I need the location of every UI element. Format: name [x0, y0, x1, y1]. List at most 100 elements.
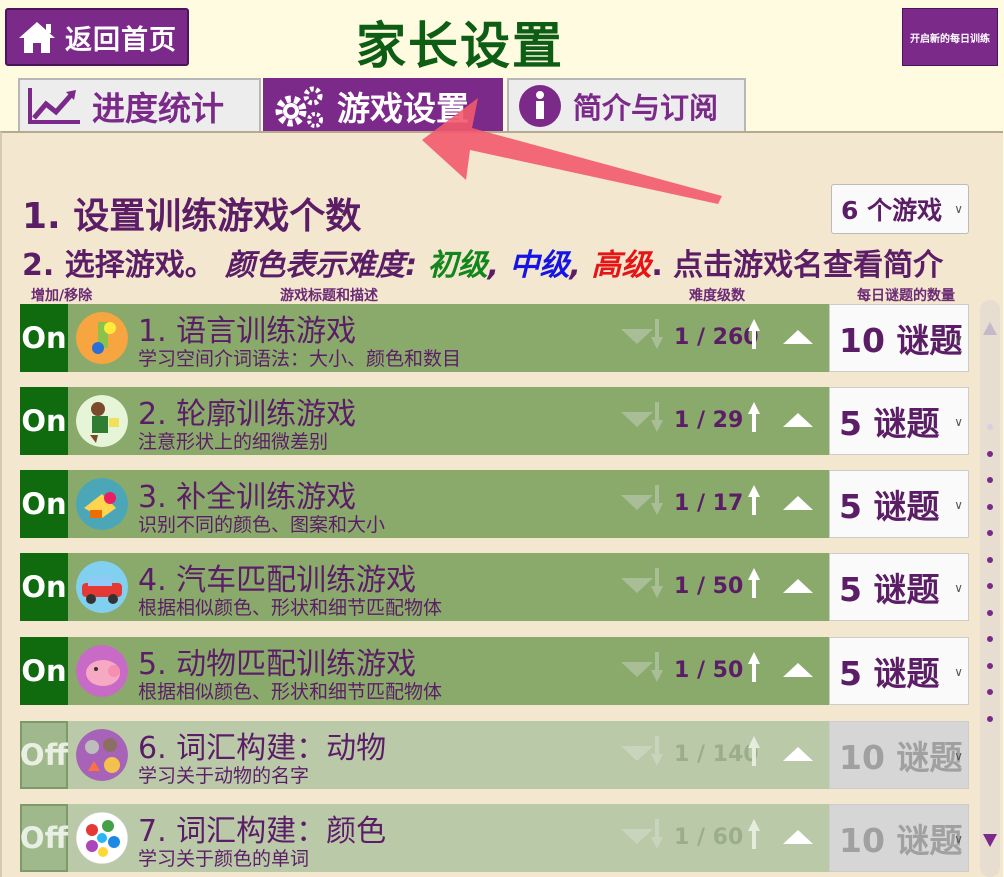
tab-progress[interactable]: 进度统计: [18, 78, 261, 131]
daily-puzzle-count-select[interactable]: 5 谜题 ∨: [829, 637, 969, 705]
daily-puzzle-count-select[interactable]: 5 谜题 ∨: [829, 470, 969, 538]
column-header-title: 游戏标题和描述: [280, 288, 378, 304]
start-daily-training-button[interactable]: 开启新的每日训练: [902, 8, 998, 66]
level-down-button[interactable]: [651, 568, 663, 602]
daily-puzzle-count-select[interactable]: 10 谜题 ∨: [829, 804, 969, 872]
arrow-down-icon: [651, 652, 663, 682]
daily-puzzle-count-value: 10 谜题: [839, 738, 963, 777]
level-step-up-triangle-icon[interactable]: [783, 330, 813, 344]
level-step-up-triangle-icon[interactable]: [783, 413, 813, 427]
arrow-down-icon: [651, 485, 663, 515]
arrow-up-icon: [748, 652, 760, 682]
arrow-up-icon: [748, 819, 760, 849]
level-step-up-triangle-icon[interactable]: [783, 663, 813, 677]
tab-about[interactable]: 简介与订阅: [507, 78, 746, 131]
game-info: 4. 汽车匹配训练游戏 根据相似颜色、形状和细节匹配物体 1 / 50: [68, 553, 829, 621]
game-toggle-button[interactable]: Off: [20, 804, 68, 872]
level-down-button[interactable]: [651, 819, 663, 853]
game-toggle-button[interactable]: On: [20, 637, 68, 705]
level-up-button[interactable]: [748, 652, 760, 686]
game-info: 5. 动物匹配训练游戏 根据相似颜色、形状和细节匹配物体 1 / 50: [68, 637, 829, 705]
game-row: On 2. 轮廓训练游戏 注意形状上的细微差别 1 / 29 5 谜题 ∨: [20, 387, 969, 455]
level-step-down-triangle-icon[interactable]: [621, 329, 653, 344]
game-toggle-button[interactable]: On: [20, 304, 68, 372]
level-step-up-triangle-icon[interactable]: [783, 830, 813, 844]
scrollbar-dot: [987, 662, 993, 669]
arrow-up-icon: [748, 568, 760, 598]
level-step-down-triangle-icon[interactable]: [621, 829, 653, 844]
arrow-up-icon: [748, 736, 760, 766]
chevron-down-icon: ∨: [954, 202, 963, 216]
arrow-down-icon: [651, 402, 663, 432]
level-step-down-triangle-icon[interactable]: [621, 746, 653, 761]
daily-puzzle-count-value: 5 谜题: [839, 570, 940, 609]
chevron-down-icon: ∨: [954, 581, 963, 595]
level-up-button[interactable]: [748, 568, 760, 602]
level-step-up-triangle-icon[interactable]: [783, 496, 813, 510]
scroll-up-arrow-icon[interactable]: [983, 322, 997, 335]
level-down-button[interactable]: [651, 485, 663, 519]
game-info: 3. 补全训练游戏 识别不同的颜色、图案和大小 1 / 17: [68, 470, 829, 538]
game-row: On 5. 动物匹配训练游戏 根据相似颜色、形状和细节匹配物体 1 / 50 5 谜题 ∨: [20, 637, 969, 705]
tab-about-label: 简介与订阅: [573, 90, 719, 125]
level-down-button[interactable]: [651, 402, 663, 436]
level-easy-label: 初级: [427, 248, 488, 283]
scrollbar-dot: [987, 530, 993, 536]
level-down-button[interactable]: [651, 652, 663, 686]
daily-puzzle-count-select[interactable]: 10 谜题 ∨: [829, 721, 969, 789]
scrollbar-dot: [987, 450, 993, 457]
column-header-toggle: 增加/移除: [31, 288, 93, 304]
game-toggle-button[interactable]: Off: [20, 721, 68, 789]
level-step-down-triangle-icon[interactable]: [621, 578, 653, 593]
daily-puzzle-count-select[interactable]: 5 谜题 ∨: [829, 553, 969, 621]
colors-icon: [76, 812, 128, 864]
info-icon: [519, 84, 561, 127]
level-up-button[interactable]: [748, 402, 760, 436]
daily-puzzle-count-value: 10 谜题: [839, 821, 963, 860]
game-toggle-button[interactable]: On: [20, 387, 68, 455]
game-toggle-button[interactable]: On: [20, 553, 68, 621]
game-count-select[interactable]: 6 个游戏 ∨: [831, 184, 969, 234]
animals-icon: [76, 729, 128, 781]
level-step-down-triangle-icon[interactable]: [621, 495, 653, 510]
tab-game-settings[interactable]: 游戏设置: [263, 78, 503, 131]
scrollbar-dot: [987, 609, 993, 616]
game-row: On 1. 语言训练游戏 学习空间介词语法：大小、颜色和数目 1 / 260 10 谜题…: [20, 304, 969, 372]
completion-icon: [76, 478, 128, 530]
chevron-down-icon: ∨: [954, 332, 963, 346]
game-row: On 4. 汽车匹配训练游戏 根据相似颜色、形状和细节匹配物体 1 / 50 5 谜题 ∨: [20, 553, 969, 621]
arrow-down-icon: [651, 319, 663, 349]
daily-puzzle-count-select[interactable]: 10 谜题 ∨: [829, 304, 969, 372]
column-header-daily: 每日谜题的数量: [857, 288, 955, 304]
scrollbar-dot: [987, 556, 993, 563]
daily-puzzle-count-select[interactable]: 5 谜题 ∨: [829, 387, 969, 455]
level-step-up-triangle-icon[interactable]: [783, 579, 813, 593]
game-info: 6. 词汇构建：动物 学习关于动物的名字 1 / 140: [68, 721, 829, 789]
chevron-down-icon: ∨: [954, 415, 963, 429]
game-toggle-button[interactable]: On: [20, 470, 68, 538]
difficulty-level: 1 / 50: [674, 574, 744, 599]
level-down-button[interactable]: [651, 319, 663, 353]
level-step-down-triangle-icon[interactable]: [621, 412, 653, 427]
game-info: 2. 轮廓训练游戏 注意形状上的细微差别 1 / 29: [68, 387, 829, 455]
chevron-down-icon: ∨: [954, 498, 963, 512]
page-title: 家长设置: [356, 17, 564, 75]
game-description: 注意形状上的细微差别: [138, 431, 329, 453]
scroll-down-arrow-icon[interactable]: [983, 834, 997, 847]
difficulty-level: 1 / 140: [674, 742, 759, 767]
level-up-button[interactable]: [748, 319, 760, 353]
game-description: 根据相似颜色、形状和细节匹配物体: [138, 597, 443, 619]
level-down-button[interactable]: [651, 736, 663, 770]
level-up-button[interactable]: [748, 819, 760, 853]
level-step-up-triangle-icon[interactable]: [783, 747, 813, 761]
arrow-up-icon: [748, 485, 760, 515]
level-step-down-triangle-icon[interactable]: [621, 662, 653, 677]
step2-text: 2. 选择游戏。: [22, 248, 215, 283]
car-icon: [76, 561, 128, 613]
level-up-button[interactable]: [748, 485, 760, 519]
arrow-down-icon: [651, 568, 663, 598]
level-up-button[interactable]: [748, 736, 760, 770]
chevron-down-icon: ∨: [954, 832, 963, 846]
column-header-difficulty: 难度级数: [689, 288, 745, 304]
scrollbar-dot: [987, 715, 993, 722]
